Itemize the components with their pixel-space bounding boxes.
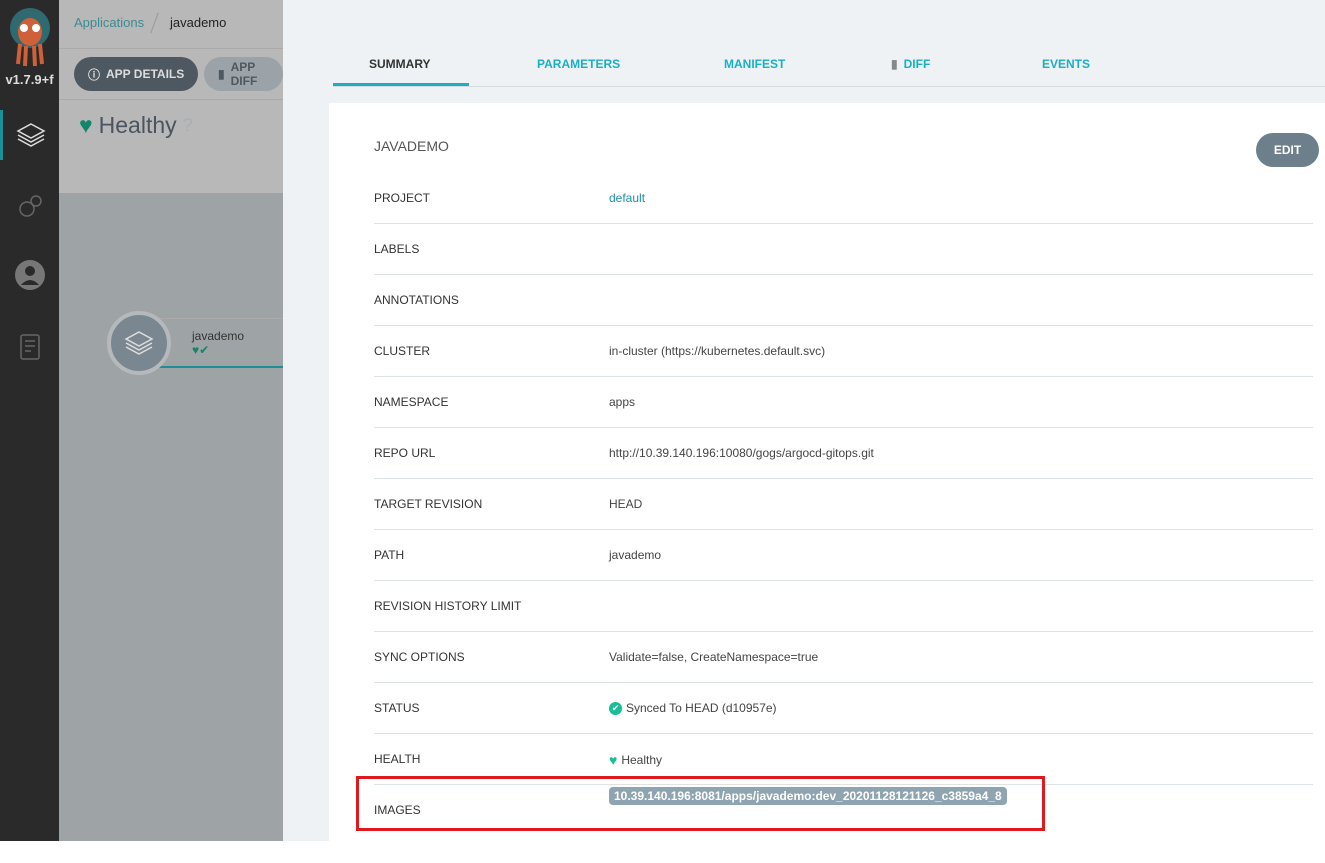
book-icon	[19, 334, 40, 360]
app-details-panel: SUMMARY PARAMETERS MANIFEST ▮ DIFF EVENTS…	[283, 0, 1325, 863]
row-value-text: HEAD	[609, 497, 643, 511]
summary-row: STATUS ✔ Synced To HEAD (d10957e)	[374, 683, 1313, 734]
row-value: javademo	[609, 548, 661, 562]
tab-parameters[interactable]: PARAMETERS	[537, 57, 620, 71]
sidebar-item-settings[interactable]	[0, 182, 59, 232]
tab-diff[interactable]: ▮ DIFF	[891, 57, 930, 71]
row-label: HEALTH	[374, 752, 421, 766]
summary-row: TARGET REVISION HEAD	[374, 479, 1313, 530]
breadcrumb-separator	[150, 12, 159, 34]
tab-bar: SUMMARY PARAMETERS MANIFEST ▮ DIFF EVENTS	[333, 0, 1325, 87]
row-value: HEAD	[609, 497, 642, 511]
row-value-text: Healthy	[621, 753, 662, 767]
row-label: STATUS	[374, 701, 420, 715]
file-icon: ▮	[218, 67, 225, 81]
app-diff-button[interactable]: ▮ APP DIFF	[204, 57, 283, 91]
tab-diff-label: DIFF	[903, 57, 931, 71]
row-value: in-cluster (https://kubernetes.default.s…	[609, 344, 825, 358]
row-label: PATH	[374, 548, 405, 562]
row-value-text: apps	[609, 395, 636, 409]
summary-row: SYNC OPTIONS Validate=false, CreateNamesp…	[374, 632, 1313, 683]
active-tab-indicator	[333, 83, 469, 86]
sidebar-item-docs[interactable]	[0, 322, 59, 372]
gears-icon	[18, 195, 42, 217]
row-value: Validate=false, CreateNamespace=true	[609, 650, 818, 664]
highlight-box	[356, 776, 1045, 831]
app-diff-label: APP DIFF	[230, 60, 258, 88]
row-value: ✔ Synced To HEAD (d10957e)	[609, 701, 777, 715]
summary-row: ANNOTATIONS	[374, 275, 1313, 326]
tab-manifest[interactable]: MANIFEST	[724, 57, 785, 71]
tab-summary[interactable]: SUMMARY	[369, 57, 431, 71]
app-node-icon[interactable]	[107, 311, 171, 375]
row-value-text: javademo	[609, 548, 662, 562]
row-label: LABELS	[374, 242, 420, 256]
summary-row: NAMESPACE apps	[374, 377, 1313, 428]
layers-icon	[124, 331, 154, 355]
node-status-icons: ♥✔	[192, 343, 210, 357]
row-label: PROJECT	[374, 191, 431, 205]
heart-icon: ♥	[609, 752, 618, 768]
row-value[interactable]: default	[609, 191, 645, 205]
app-title: JAVADEMO	[374, 138, 449, 154]
summary-row: PROJECT default	[374, 173, 1313, 224]
layers-icon	[16, 123, 46, 147]
summary-row: REVISION HISTORY LIMIT	[374, 581, 1313, 632]
app-details-label: APP DETAILS	[106, 67, 185, 81]
sidebar-item-applications[interactable]	[0, 110, 59, 160]
row-label: ANNOTATIONS	[374, 293, 459, 307]
row-value-text[interactable]: default	[609, 191, 645, 205]
help-icon[interactable]: ?	[183, 115, 193, 136]
row-value-text: Synced To HEAD (d10957e)	[626, 701, 777, 715]
breadcrumb-applications[interactable]: Applications	[74, 15, 144, 30]
info-icon: ⓘ	[88, 67, 101, 82]
row-value-text: in-cluster (https://kubernetes.default.s…	[609, 344, 826, 358]
summary-row: REPO URL http://10.39.140.196:10080/gogs/…	[374, 428, 1313, 479]
summary-card: JAVADEMO EDIT PROJECT default LABELS ANNOTA…	[329, 103, 1325, 863]
argo-logo[interactable]	[8, 8, 52, 68]
divider	[59, 99, 283, 100]
row-label: SYNC OPTIONS	[374, 650, 465, 664]
app-details-button[interactable]: ⓘ APP DETAILS	[74, 57, 199, 91]
summary-row: CLUSTER in-cluster (https://kubernetes.de…	[374, 326, 1313, 377]
summary-row: LABELS	[374, 224, 1313, 275]
row-value-text: Validate=false, CreateNamespace=true	[609, 650, 819, 664]
version-label: v1.7.9+f	[5, 72, 54, 87]
row-label: REPO URL	[374, 446, 436, 460]
row-value: http://10.39.140.196:10080/gogs/argocd-g…	[609, 446, 874, 460]
row-label: CLUSTER	[374, 344, 431, 358]
divider	[59, 48, 283, 49]
row-value-text: http://10.39.140.196:10080/gogs/argocd-g…	[609, 446, 874, 460]
app-node[interactable]: javademo ♥✔	[159, 318, 283, 368]
tab-events[interactable]: EVENTS	[1042, 57, 1090, 71]
row-label: NAMESPACE	[374, 395, 449, 409]
edit-button[interactable]: EDIT	[1256, 133, 1319, 167]
breadcrumb-current: javademo	[170, 15, 227, 30]
row-label: REVISION HISTORY LIMIT	[374, 599, 522, 613]
row-value: apps	[609, 395, 635, 409]
row-value: ♥ Healthy	[609, 752, 662, 768]
row-label: TARGET REVISION	[374, 497, 483, 511]
heart-icon: ♥	[79, 112, 93, 138]
file-diff-icon: ▮	[891, 57, 898, 71]
health-label: Healthy	[98, 112, 177, 138]
user-icon	[14, 260, 45, 290]
app-background: Applications javademo ⓘ APP DETAILS ▮ APP …	[59, 0, 283, 841]
sidebar: v1.7.9+f	[0, 0, 59, 841]
sidebar-item-user[interactable]	[0, 250, 59, 300]
health-status: ♥ Healthy?	[79, 112, 193, 139]
node-name: javademo	[192, 329, 245, 343]
check-circle-icon: ✔	[609, 701, 622, 715]
summary-row: PATH javademo	[374, 530, 1313, 581]
